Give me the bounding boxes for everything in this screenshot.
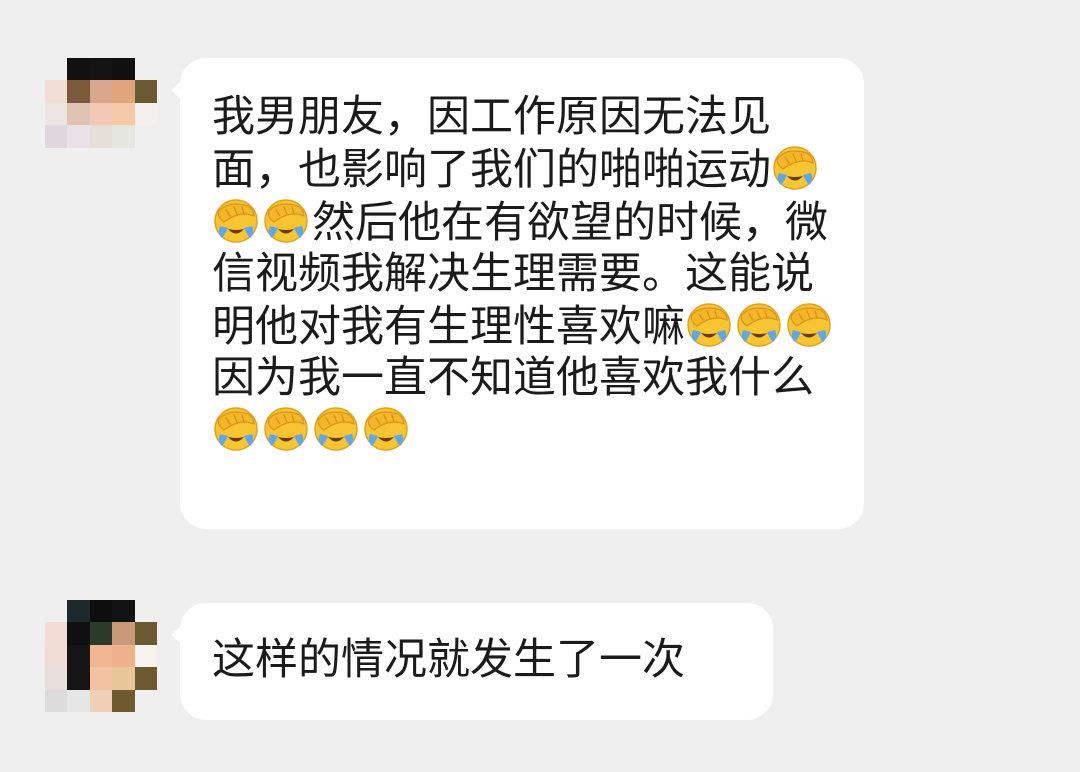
message-bubble[interactable]: 这样的情况就发生了一次 [171, 603, 773, 720]
face-palm-crying-emoji-icon [262, 404, 310, 452]
message-text-segment: 这样的情况就发生了一次 [212, 635, 685, 685]
pixelated-avatar-icon[interactable] [45, 58, 157, 170]
chat-screen: { "messages": [ { "id": "m1", "avatar": … [0, 0, 1080, 772]
face-palm-crying-emoji-icon [771, 143, 819, 191]
face-palm-crying-emoji-icon [312, 404, 360, 452]
face-palm-crying-emoji-icon [735, 300, 783, 348]
face-palm-crying-emoji-icon [212, 196, 260, 244]
face-palm-crying-emoji-icon [685, 300, 733, 348]
message-text: 我男朋友，因工作原因无法见面，也影响了我们的啪啪运动 然后他在有欲望的时候，微信视… [212, 92, 836, 457]
face-palm-crying-emoji-icon [212, 404, 260, 452]
message-bubble[interactable]: 我男朋友，因工作原因无法见面，也影响了我们的啪啪运动 然后他在有欲望的时候，微信视… [171, 58, 864, 529]
face-palm-crying-emoji-icon [262, 196, 310, 244]
message-text-segment: 我男朋友，因工作原因无法见面，也影响了我们的啪啪运动 [212, 92, 771, 195]
face-palm-crying-emoji-icon [362, 404, 410, 452]
face-palm-crying-emoji-icon [785, 300, 833, 348]
message-text: 这样的情况就发生了一次 [212, 635, 745, 686]
pixelated-avatar-icon[interactable] [45, 600, 157, 712]
message-text-segment: 因为我一直不知道他喜欢我什么 [212, 353, 814, 403]
